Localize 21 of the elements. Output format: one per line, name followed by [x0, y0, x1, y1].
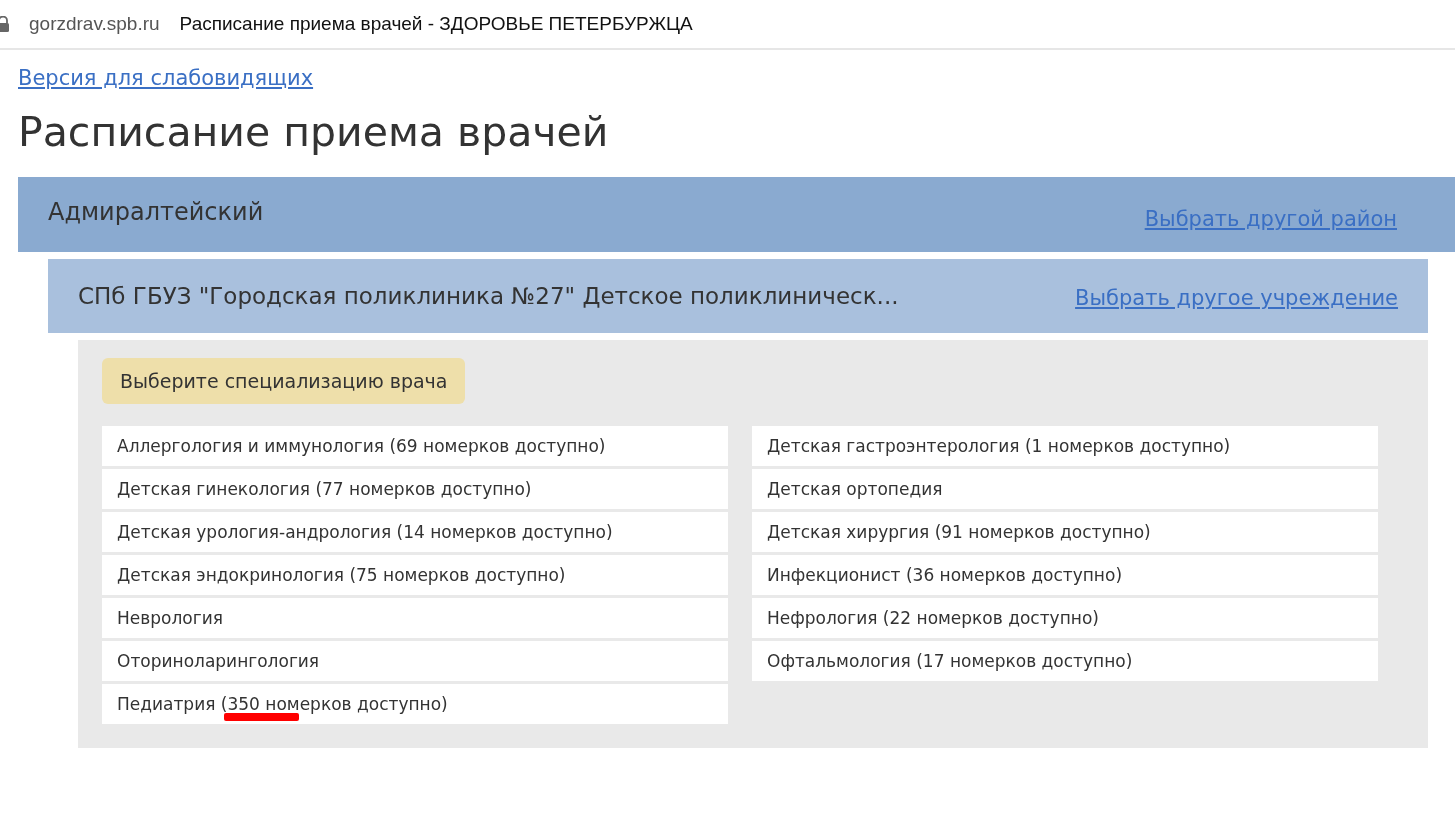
specialty-item[interactable]: Детская ортопедия: [752, 469, 1378, 510]
specialty-item[interactable]: Педиатрия (350 номерков доступно): [102, 684, 728, 725]
specialty-item[interactable]: Аллергология и иммунология (69 номерков доступно): [102, 426, 728, 467]
specialty-item[interactable]: Офтальмология (17 номерков доступно): [752, 641, 1378, 682]
specialty-item[interactable]: Детская хирургия (91 номерков доступно): [752, 512, 1378, 553]
page-heading: Расписание приема врачей: [18, 108, 610, 158]
specialty-item[interactable]: Детская гинекология (77 номерков доступно): [102, 469, 728, 510]
specialty-item[interactable]: Детская урология-андрология (14 номерков доступно): [102, 512, 728, 553]
lock-icon: [0, 16, 9, 32]
specialty-item[interactable]: Детская гастроэнтерология (1 номерков доступно): [752, 426, 1378, 467]
prompt-label: Выберите специализацию врача: [102, 358, 466, 405]
clinic-name: СПб ГБУЗ "Городская поликлиника №27" Детское поликлиническ...: [78, 283, 899, 310]
specialty-item[interactable]: Оториноларингология: [102, 641, 728, 682]
url-text[interactable]: gorzdrav.spb.ru: [29, 13, 160, 35]
accessibility-link[interactable]: Версия для слабовидящих: [18, 66, 314, 90]
page-title: Расписание приема врачей - ЗДОРОВЬЕ ПЕТЕРБУРЖЦА: [179, 13, 693, 35]
district-name: Адмиралтейский: [48, 197, 264, 226]
specialty-item[interactable]: Инфекционист (36 номерков доступно): [752, 555, 1378, 596]
specialty-item[interactable]: Неврология: [102, 598, 728, 639]
specialty-item[interactable]: Детская эндокринология (75 номерков доступно): [102, 555, 728, 596]
specialty-item[interactable]: Нефрология (22 номерков доступно): [752, 598, 1378, 639]
